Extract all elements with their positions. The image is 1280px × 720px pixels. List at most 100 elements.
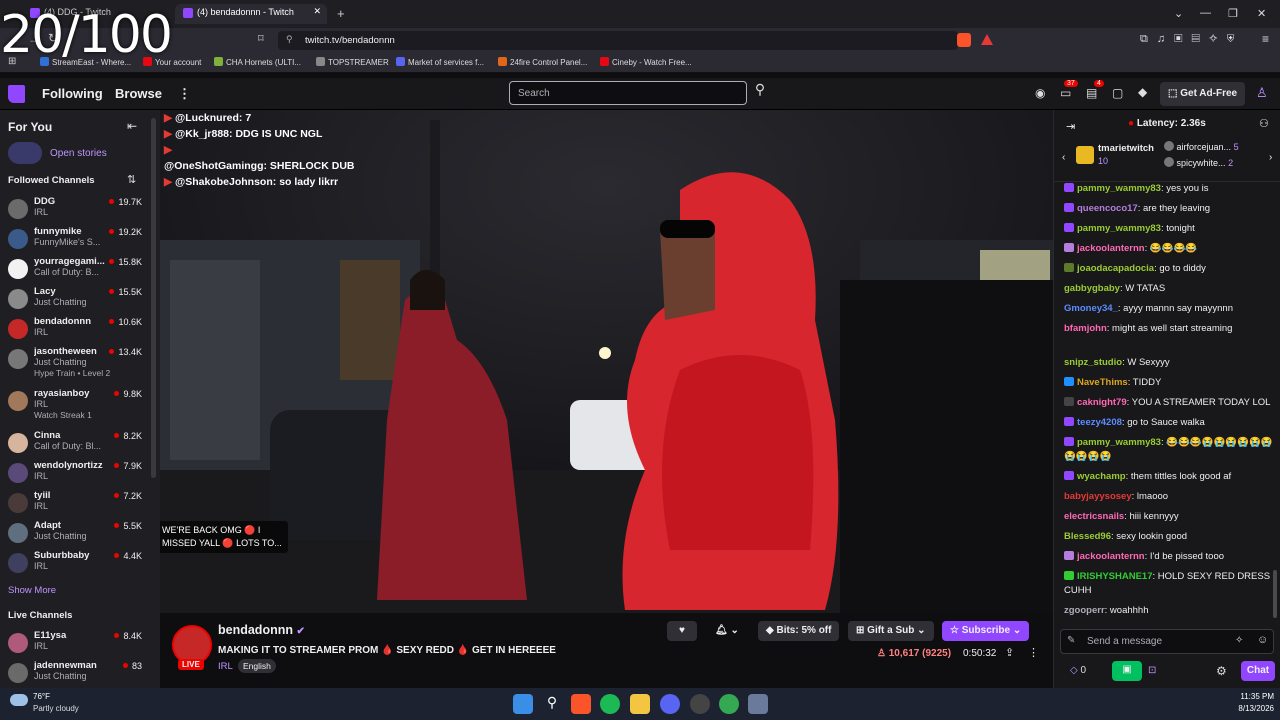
- settings-app-icon[interactable]: [748, 694, 768, 714]
- notification-bell-button[interactable]: 🔔︎ ⌄: [707, 621, 747, 641]
- community-icon[interactable]: ⚇: [1259, 117, 1269, 130]
- chat-username[interactable]: jackoolanternn: [1077, 243, 1145, 254]
- more-options-icon[interactable]: ⋮: [1028, 646, 1039, 659]
- whispers-icon[interactable]: ▢: [1112, 86, 1123, 100]
- collapse-chat-icon[interactable]: ⇥: [1066, 120, 1075, 133]
- prime-icon[interactable]: ◉: [1035, 86, 1045, 100]
- sidebar-channel-item[interactable]: bendadonnn IRL 10.6K: [6, 316, 154, 346]
- chat-scrollbar[interactable]: [1273, 570, 1277, 618]
- follow-heart-button[interactable]: ♥: [667, 621, 697, 641]
- get-ad-free-button[interactable]: ⬚ Get Ad-Free: [1160, 82, 1246, 106]
- nav-more-icon[interactable]: ⋮: [178, 86, 191, 102]
- open-stories-link[interactable]: Open stories: [50, 148, 107, 159]
- collapse-sidebar-icon[interactable]: ⇤: [127, 119, 137, 133]
- chat-username[interactable]: jackoolanternn: [1077, 551, 1145, 562]
- chat-username[interactable]: pammy_wammy83: [1077, 183, 1161, 194]
- next-arrow-icon[interactable]: ›: [1269, 152, 1272, 163]
- chat-input[interactable]: ✎ Send a message ✧ ☺: [1060, 629, 1274, 654]
- share-icon[interactable]: ⇪: [1005, 646, 1014, 659]
- live-channel-item[interactable]: jadennewman Just Chatting 83: [6, 660, 154, 690]
- clock-time[interactable]: 11:35 PM: [1234, 692, 1274, 701]
- chat-username[interactable]: gabbygbaby: [1064, 283, 1120, 294]
- brave-browser-icon[interactable]: [571, 694, 591, 714]
- sidebar-scrollbar[interactable]: [151, 118, 156, 478]
- show-more-link[interactable]: Show More: [8, 585, 56, 596]
- prev-arrow-icon[interactable]: ‹: [1062, 152, 1065, 163]
- sidebar-channel-item[interactable]: Lacy Just Chatting 15.5K: [6, 286, 154, 316]
- close-window-icon[interactable]: ✕: [1257, 7, 1266, 20]
- sidebar-channel-item[interactable]: Cinna Call of Duty: Bl... 8.2K: [6, 430, 154, 460]
- minimize-icon[interactable]: —: [1200, 7, 1211, 19]
- brave-shield-icon[interactable]: [957, 33, 971, 47]
- file-explorer-icon[interactable]: [630, 694, 650, 714]
- brave-rewards-icon[interactable]: [981, 34, 993, 45]
- clock-date[interactable]: 8/13/2026: [1224, 704, 1274, 713]
- user-avatar-icon[interactable]: ♙: [1256, 85, 1268, 101]
- prediction-icon[interactable]: ⊡: [1148, 665, 1156, 676]
- bits-icon[interactable]: ◆: [1138, 85, 1147, 99]
- sidebar-channel-item[interactable]: Suburbbaby IRL 4.4K: [6, 550, 154, 580]
- bookmark-item[interactable]: TOPSTREAMER: [316, 57, 389, 67]
- chat-username[interactable]: snipz_studio: [1064, 357, 1122, 368]
- chat-username[interactable]: teezy4208: [1077, 417, 1122, 428]
- chat-username[interactable]: electricsnails: [1064, 511, 1124, 522]
- emote-icon[interactable]: ☺: [1257, 634, 1268, 646]
- sidebar-channel-item[interactable]: Adapt Just Chatting 5.5K: [6, 520, 154, 550]
- chat-settings-icon[interactable]: ⚙: [1216, 664, 1227, 678]
- chat-username[interactable]: babyjayysosey: [1064, 491, 1132, 502]
- windows-start-icon[interactable]: [513, 694, 533, 714]
- sidebar-channel-item[interactable]: wendolynortizz IRL 7.9K: [6, 460, 154, 490]
- video-player[interactable]: ▶ @Lucknured: 7 ▶ @Kk_jr888: DDG IS UNC …: [160, 110, 1053, 613]
- obs-icon[interactable]: [690, 694, 710, 714]
- bookmark-item[interactable]: Market of services f...: [396, 57, 484, 67]
- inbox-icon[interactable]: ▤: [1086, 86, 1097, 100]
- search-icon[interactable]: ⚲: [749, 81, 771, 105]
- gift-sub-button[interactable]: ⊞ Gift a Sub ⌄: [848, 621, 934, 641]
- sidebar-channel-item[interactable]: DDG IRL 19.7K: [6, 196, 154, 226]
- sort-icon[interactable]: ⇅: [127, 173, 136, 186]
- discord-icon[interactable]: [660, 694, 680, 714]
- channel-points[interactable]: ◇ 0: [1070, 665, 1086, 676]
- url-field[interactable]: ⚲ twitch.tv/bendadonnn: [278, 31, 958, 50]
- live-channel-item[interactable]: E11ysa IRL 8.4K: [6, 630, 154, 660]
- leaderboard-entry[interactable]: airforcejuan... 5: [1164, 141, 1239, 152]
- chat-username[interactable]: Gmoney34_: [1064, 303, 1118, 314]
- subscribe-button[interactable]: ☆ Subscribe ⌄: [942, 621, 1030, 641]
- nav-browse[interactable]: Browse: [115, 86, 162, 101]
- extensions-icons[interactable]: ⧉♫▣▤✧⛨: [1140, 33, 1244, 46]
- chat-username[interactable]: bfamjohn: [1064, 323, 1107, 334]
- browser-tab-active[interactable]: (4) bendadonnn - Twitch ✕: [175, 4, 327, 24]
- close-tab-icon[interactable]: ✕: [313, 6, 321, 17]
- taskbar-search-icon[interactable]: ⚲: [542, 694, 562, 714]
- channel-name[interactable]: bendadonnn ✔: [218, 623, 305, 637]
- new-tab-button[interactable]: +: [337, 6, 345, 21]
- search-input[interactable]: Search: [509, 81, 747, 105]
- chat-username[interactable]: joaodacapadocia: [1077, 263, 1154, 274]
- weather-desc[interactable]: Partly cloudy: [33, 704, 79, 713]
- chat-username[interactable]: caknight79: [1077, 397, 1127, 408]
- language-tag[interactable]: English: [238, 659, 276, 673]
- chat-username[interactable]: IRISHYSHANE17: [1077, 571, 1153, 582]
- sidebar-channel-item[interactable]: jasontheween Just Chatting 13.4K Hype Train…: [6, 346, 154, 378]
- notifications-icon[interactable]: ▭: [1060, 86, 1071, 100]
- sidebar-channel-item[interactable]: rayasianboy IRL 9.8K Watch Streak 1: [6, 388, 154, 420]
- top-gifter-name[interactable]: tmarietwitch: [1098, 143, 1154, 154]
- sidebar-channel-item[interactable]: tyiil IRL 7.2K: [6, 490, 154, 520]
- chat-username[interactable]: Blessed96: [1064, 531, 1111, 542]
- leaderboard-entry[interactable]: spicywhite... 2: [1164, 157, 1233, 168]
- bits-chat-icon[interactable]: ✧: [1235, 635, 1243, 646]
- stories-avatars[interactable]: [8, 142, 42, 164]
- bookmark-item[interactable]: Cineby - Watch Free...: [600, 57, 692, 67]
- bookmark-item[interactable]: 24fire Control Panel...: [498, 57, 587, 67]
- chat-username[interactable]: NaveThims: [1077, 377, 1128, 388]
- maximize-icon[interactable]: ❐: [1228, 7, 1238, 20]
- chat-username[interactable]: wyachamp: [1077, 471, 1126, 482]
- chat-username[interactable]: queencoco17: [1077, 203, 1138, 214]
- category-link[interactable]: IRL: [218, 661, 233, 672]
- twitch-logo-icon[interactable]: [8, 85, 25, 103]
- chat-username[interactable]: pammy_wammy83: [1077, 223, 1161, 234]
- bookmark-item[interactable]: CHA Hornets (ULTI...: [214, 57, 301, 67]
- sidebar-channel-item[interactable]: funnymike FunnyMike's S... 19.2K: [6, 226, 154, 256]
- bonus-chest-icon[interactable]: ▣: [1112, 661, 1142, 681]
- cheer-icon[interactable]: ✎: [1067, 635, 1075, 646]
